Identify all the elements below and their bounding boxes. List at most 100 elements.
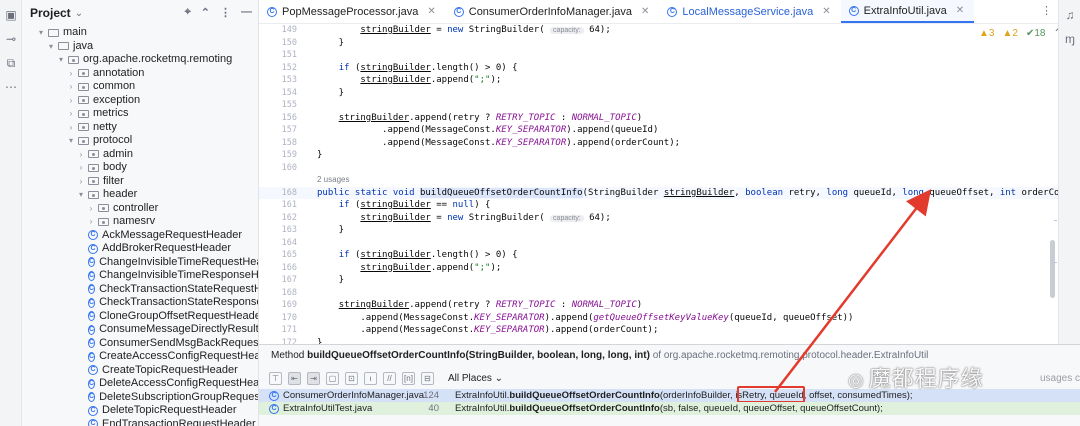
tree-item[interactable]: ▾ header (22, 188, 258, 202)
chevron-down-icon[interactable]: ▾ (76, 188, 86, 202)
chevron-down-icon[interactable]: ▾ (46, 40, 56, 54)
tree-item[interactable]: C CloneGroupOffsetRequestHeade (22, 310, 258, 324)
code-line[interactable]: 162 stringBuilder = new StringBuilder( c… (259, 212, 1058, 225)
code-line[interactable]: 160 (259, 162, 1058, 175)
code-line[interactable]: 169 stringBuilder.append(retry ? RETRY_T… (259, 299, 1058, 312)
tree-item[interactable]: C CreateTopicRequestHeader (22, 364, 258, 378)
code-line[interactable]: 166 stringBuilder.append(";"); (259, 262, 1058, 275)
commit-icon[interactable]: ⊸ (4, 32, 18, 46)
code-line[interactable]: 163 } (259, 224, 1058, 237)
tree-item[interactable]: › metrics (22, 107, 258, 121)
tree-item[interactable]: C ChangeInvisibleTimeResponseHe (22, 269, 258, 283)
chevron-down-icon[interactable]: ▾ (56, 53, 66, 67)
chevron-right-icon[interactable]: › (76, 175, 86, 189)
select-opened-file-icon[interactable]: ⌖ (185, 6, 191, 19)
tree-item[interactable]: C CheckTransactionStateResponse (22, 296, 258, 310)
editor-scrollbar[interactable] (1050, 240, 1055, 298)
tree-item[interactable]: › exception (22, 94, 258, 108)
tree-item[interactable]: C CheckTransactionStateRequestH (22, 283, 258, 297)
options-icon[interactable]: ⋮ (220, 6, 231, 19)
tree-item[interactable]: ▾ java (22, 40, 258, 54)
case-sensitive-icon[interactable]: ı (364, 371, 377, 385)
code-line[interactable]: 165 if (stringBuilder.length() > 0) { (259, 249, 1058, 262)
close-icon[interactable]: ✕ (427, 6, 435, 17)
tree-item[interactable]: › controller (22, 202, 258, 216)
tree-item[interactable]: C AddBrokerRequestHeader (22, 242, 258, 256)
chevron-right-icon[interactable]: › (76, 161, 86, 175)
code-line[interactable]: 152 if (stringBuilder.length() > 0) { (259, 62, 1058, 75)
code-line[interactable]: 2 usages (259, 174, 1058, 187)
chevron-down-icon[interactable]: ▾ (36, 26, 46, 40)
code-line[interactable]: 149 stringBuilder = new StringBuilder( c… (259, 24, 1058, 37)
close-icon[interactable]: ✕ (822, 6, 830, 17)
chevron-right-icon[interactable]: › (66, 67, 76, 81)
ai-assistant-icon[interactable]: ɱ (1063, 32, 1077, 46)
usage-row[interactable]: C ExtraInfoUtilTest.java 40 ExtraInfoUtil.b… (259, 402, 1080, 415)
code-line[interactable]: 154 } (259, 87, 1058, 100)
chevron-right-icon[interactable]: › (66, 94, 76, 108)
code-line[interactable]: 151 (259, 49, 1058, 62)
notifications-icon[interactable]: ♫ (1063, 8, 1077, 22)
chevron-right-icon[interactable]: › (66, 80, 76, 94)
tree-item[interactable]: C DeleteTopicRequestHeader (22, 404, 258, 418)
tree-item[interactable]: › common (22, 80, 258, 94)
editor-tab[interactable]: C LocalMessageService.java ✕ (659, 0, 840, 23)
tree-item[interactable]: › namesrv (22, 215, 258, 229)
chevron-right-icon[interactable]: › (76, 148, 86, 162)
group-icon[interactable]: ▢ (326, 371, 339, 385)
structure-icon[interactable]: ⧉ (4, 56, 18, 70)
tree-item[interactable]: C CreateAccessConfigRequestHea (22, 350, 258, 364)
code-line[interactable]: 155 (259, 99, 1058, 112)
code-line[interactable]: 172} (259, 337, 1058, 345)
filter-icon[interactable]: ⊟ (421, 371, 434, 385)
code-line[interactable]: 161 if (stringBuilder == null) { (259, 199, 1058, 212)
regex-icon[interactable]: // (383, 371, 396, 385)
code-line[interactable]: 158 .append(MessageConst.KEY_SEPARATOR).… (259, 137, 1058, 150)
close-icon[interactable]: ✕ (641, 6, 649, 17)
code-line[interactable]: 157 .append(MessageConst.KEY_SEPARATOR).… (259, 124, 1058, 137)
code-line[interactable]: 156 stringBuilder.append(retry ? RETRY_T… (259, 112, 1058, 125)
tree-item[interactable]: C ConsumerSendMsgBackRequest (22, 337, 258, 351)
hide-panel-icon[interactable]: — (241, 6, 252, 19)
code-line[interactable]: 171 .append(MessageConst.KEY_SEPARATOR).… (259, 324, 1058, 337)
tree-item[interactable]: ▾ main (22, 26, 258, 40)
tree-item[interactable]: › filter (22, 175, 258, 189)
code-area[interactable]: 149 stringBuilder = new StringBuilder( c… (259, 24, 1058, 344)
chevron-down-icon[interactable]: ⌄ (75, 8, 83, 19)
code-line[interactable]: 168 public static void buildQueueOffsetOr… (259, 186, 1058, 199)
code-line[interactable]: 150 } (259, 37, 1058, 50)
tree-item[interactable]: ▾ org.apache.rocketmq.remoting (22, 53, 258, 67)
write-access-icon[interactable]: ⇥ (307, 371, 320, 385)
tree-item[interactable]: C DeleteAccessConfigRequestHea (22, 377, 258, 391)
editor-tab[interactable]: C ConsumerOrderInfoManager.java ✕ (446, 0, 660, 23)
code-line[interactable]: 153 stringBuilder.append(";"); (259, 74, 1058, 87)
scope-dropdown[interactable]: All Places ⌄ (448, 373, 503, 384)
tree-item[interactable]: › admin (22, 148, 258, 162)
chevron-right-icon[interactable]: › (66, 121, 76, 135)
editor-tab[interactable]: C PopMessageProcessor.java ✕ (259, 0, 446, 23)
project-folder-icon[interactable]: ▣ (4, 8, 18, 22)
chevron-right-icon[interactable]: › (66, 107, 76, 121)
tree-item[interactable]: › netty (22, 121, 258, 135)
tree-item[interactable]: › annotation (22, 67, 258, 81)
editor-tab[interactable]: C ExtraInfoUtil.java ✕ (840, 0, 975, 23)
preview-icon[interactable]: ⊡ (345, 371, 358, 385)
collapse-expand-icon[interactable]: ⌃ (201, 6, 210, 19)
tree-item[interactable]: C ChangeInvisibleTimeRequestHea (22, 256, 258, 270)
tree-item[interactable]: C DeleteSubscriptionGroupReques (22, 391, 258, 405)
code-line[interactable]: 164 (259, 237, 1058, 250)
chevron-right-icon[interactable]: › (86, 202, 96, 216)
tree-item[interactable]: C AckMessageRequestHeader (22, 229, 258, 243)
tab-options-icon[interactable]: ⋮ (1041, 4, 1052, 17)
more-icon[interactable]: ⋯ (4, 80, 18, 94)
words-icon[interactable]: [n] (402, 371, 415, 385)
code-line[interactable]: 159} (259, 149, 1058, 162)
tree-item[interactable]: C EndTransactionRequestHeader (22, 418, 258, 426)
merge-icon[interactable]: ⊤ (269, 371, 282, 385)
code-line[interactable]: 170 .append(MessageConst.KEY_SEPARATOR).… (259, 312, 1058, 325)
tree-item[interactable]: › body (22, 161, 258, 175)
code-editor[interactable]: C PopMessageProcessor.java ✕ C ConsumerOrder… (259, 0, 1058, 344)
tree-item[interactable]: ▾ protocol (22, 134, 258, 148)
project-panel-header[interactable]: Project ⌄ ⌖ ⌃ ⋮ — (22, 0, 258, 26)
chevron-right-icon[interactable]: › (86, 215, 96, 229)
